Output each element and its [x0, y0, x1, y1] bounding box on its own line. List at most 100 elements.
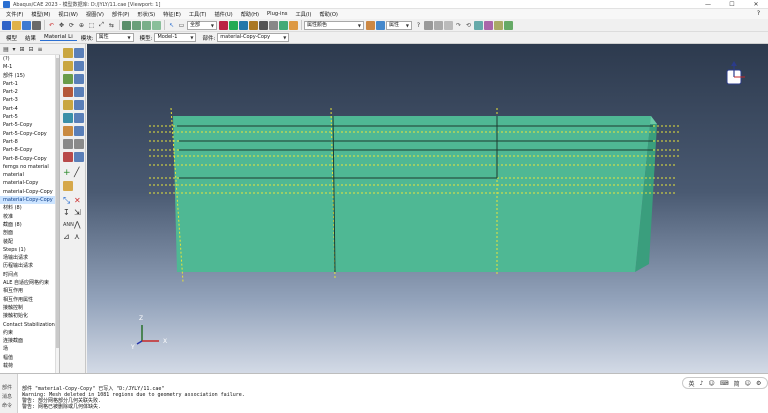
tree-node[interactable]: Part-3 — [0, 96, 59, 104]
virtual-topology-icon[interactable] — [63, 181, 73, 191]
ime-emoji-icon[interactable]: ☺ — [709, 380, 715, 387]
assign-section-icon[interactable] — [63, 74, 73, 84]
attribute-combo[interactable]: 属性 ▼ — [386, 20, 412, 30]
tree-node[interactable]: 装配 — [0, 238, 59, 246]
view-compass[interactable] — [726, 61, 745, 85]
tree-node[interactable]: 材料 (8) — [0, 204, 59, 212]
color-code-icon[interactable] — [366, 20, 375, 30]
save-icon[interactable] — [22, 20, 31, 30]
menu-plug-ins[interactable]: Plug-ins — [263, 11, 291, 17]
toggle-c-icon[interactable] — [444, 20, 453, 30]
profile-manager-icon[interactable] — [74, 87, 84, 97]
tree-node[interactable]: 约束 — [0, 329, 59, 337]
tree-node[interactable]: material-Copy — [0, 179, 59, 187]
ime-lang-toggle[interactable]: 英 — [689, 379, 695, 388]
display-options-icon[interactable]: ANN — [63, 220, 74, 230]
add-datum-icon[interactable]: + — [63, 168, 73, 178]
tree-node[interactable]: Part-1 — [0, 80, 59, 88]
menu-help[interactable]: 帮助(H) — [237, 11, 263, 18]
view-manager-icon[interactable] — [474, 20, 483, 30]
tree-node[interactable]: 相互作用 — [0, 287, 59, 295]
layer-icon[interactable] — [484, 20, 493, 30]
tree-model-node[interactable]: M-1 — [0, 63, 59, 71]
tree-node[interactable]: 接触初始化 — [0, 312, 59, 320]
rotate-icon[interactable]: ⟳ — [67, 21, 76, 30]
menu-file[interactable]: 文件(F) — [2, 11, 27, 18]
special-stringer-icon[interactable] — [74, 139, 84, 149]
tree-node[interactable]: 连接截面 — [0, 337, 59, 345]
tree-node[interactable]: 历程输出请求 — [0, 262, 59, 270]
tree-node[interactable]: 截面 (8) — [0, 221, 59, 229]
open-file-icon[interactable] — [12, 20, 21, 30]
create-composite-icon[interactable] — [63, 113, 73, 123]
tree-node[interactable]: material-Copy-Copy — [0, 188, 59, 196]
inertia-manager-icon[interactable] — [74, 152, 84, 162]
inertia-icon[interactable] — [63, 152, 73, 162]
replace-icon[interactable] — [504, 20, 513, 30]
minimize-button[interactable]: — — [696, 0, 720, 9]
menu-view[interactable]: 视图(V) — [82, 11, 108, 18]
section-manager-icon[interactable] — [74, 61, 84, 71]
create-section-icon[interactable] — [63, 61, 73, 71]
section-assignment-manager-icon[interactable] — [74, 74, 84, 84]
datum-display-icon[interactable] — [289, 20, 298, 30]
material-manager-icon[interactable] — [74, 48, 84, 58]
menu-tools-2[interactable]: 工具(I) — [291, 11, 315, 18]
print-icon[interactable] — [32, 20, 41, 30]
tree-node[interactable]: femgs no material — [0, 163, 59, 171]
tab-model[interactable]: 模型 — [2, 34, 21, 42]
assign-orientation-icon[interactable] — [63, 100, 73, 110]
ime-simplified-toggle[interactable]: 简 — [734, 379, 740, 388]
tree-node[interactable]: ALE 自适应网格约束 — [0, 279, 59, 287]
auto-fit-icon[interactable]: ⤢ — [97, 21, 106, 30]
menu-help-2[interactable]: 帮助(O) — [315, 11, 342, 18]
tree-node[interactable]: Steps (1) — [0, 246, 59, 254]
perspective-icon[interactable] — [259, 20, 268, 30]
tool-tri-a-icon[interactable]: ⊿ — [63, 232, 73, 242]
tree-node[interactable]: Part-2 — [0, 88, 59, 96]
partition-icon[interactable]: ╱ — [74, 168, 84, 178]
query-distance-icon[interactable]: ↧ — [63, 208, 73, 218]
tree-node[interactable]: Part-4 — [0, 105, 59, 113]
measure-icon[interactable]: ⇲ — [74, 208, 84, 218]
part-combo[interactable]: material-Copy-Copy ▼ — [217, 33, 290, 42]
tree-node[interactable]: 剖面 — [0, 229, 59, 237]
tree-filter-icon[interactable]: ▤ — [2, 45, 10, 54]
tree-node[interactable]: Part-8-Copy-Copy — [0, 155, 59, 163]
beam-manager-icon[interactable] — [74, 126, 84, 136]
ime-settings-icon[interactable]: ⚙ — [756, 380, 761, 387]
model-combo[interactable]: Model-1 ▼ — [154, 33, 197, 42]
tree-options-icon[interactable]: ≡ — [36, 45, 44, 54]
tab-results[interactable]: 结果 — [21, 34, 40, 42]
tree-node[interactable]: 场 — [0, 345, 59, 353]
message-tab-command[interactable]: 命令 — [2, 402, 12, 409]
tree-node[interactable]: 部件 (15) — [0, 72, 59, 80]
lighting-icon[interactable] — [269, 20, 278, 30]
front-view-icon[interactable] — [122, 20, 131, 30]
render-filled-icon[interactable] — [249, 20, 258, 30]
tree-collapse-icon[interactable]: ⊟ — [27, 45, 35, 54]
ime-voice-icon[interactable]: ♪ — [700, 380, 704, 387]
skin-edit-icon[interactable]: ✕ — [74, 196, 84, 206]
back-view-icon[interactable] — [142, 20, 151, 30]
select-box-icon[interactable]: ▭ — [177, 21, 186, 30]
tree-node[interactable]: Part-5-Copy — [0, 121, 59, 129]
menu-part[interactable]: 部件(P) — [108, 11, 134, 18]
tree-scrollbar[interactable] — [55, 55, 59, 373]
display-group-icon[interactable] — [494, 20, 503, 30]
chevron-down-icon[interactable]: ▾ — [11, 45, 17, 54]
toggle-a-icon[interactable] — [424, 20, 433, 30]
orientation-manager-icon[interactable] — [74, 100, 84, 110]
refresh-icon[interactable]: ⟲ — [464, 21, 473, 30]
box-zoom-icon[interactable]: ⬚ — [87, 21, 96, 30]
ime-keyboard-icon[interactable]: ⌨ — [720, 380, 729, 387]
tree-node[interactable]: material — [0, 171, 59, 179]
zoom-icon[interactable]: ⊕ — [77, 21, 86, 30]
create-material-icon[interactable] — [63, 48, 73, 58]
render-hidden-icon[interactable] — [239, 20, 248, 30]
module-combo[interactable]: 属性 ▼ — [95, 33, 134, 42]
menu-plugins-cn[interactable]: 插件(U) — [210, 11, 236, 18]
undo-icon[interactable]: ↶ — [47, 21, 56, 30]
tree-node[interactable]: 校准 — [0, 213, 59, 221]
menu-feature[interactable]: 特征(E) — [159, 11, 185, 18]
